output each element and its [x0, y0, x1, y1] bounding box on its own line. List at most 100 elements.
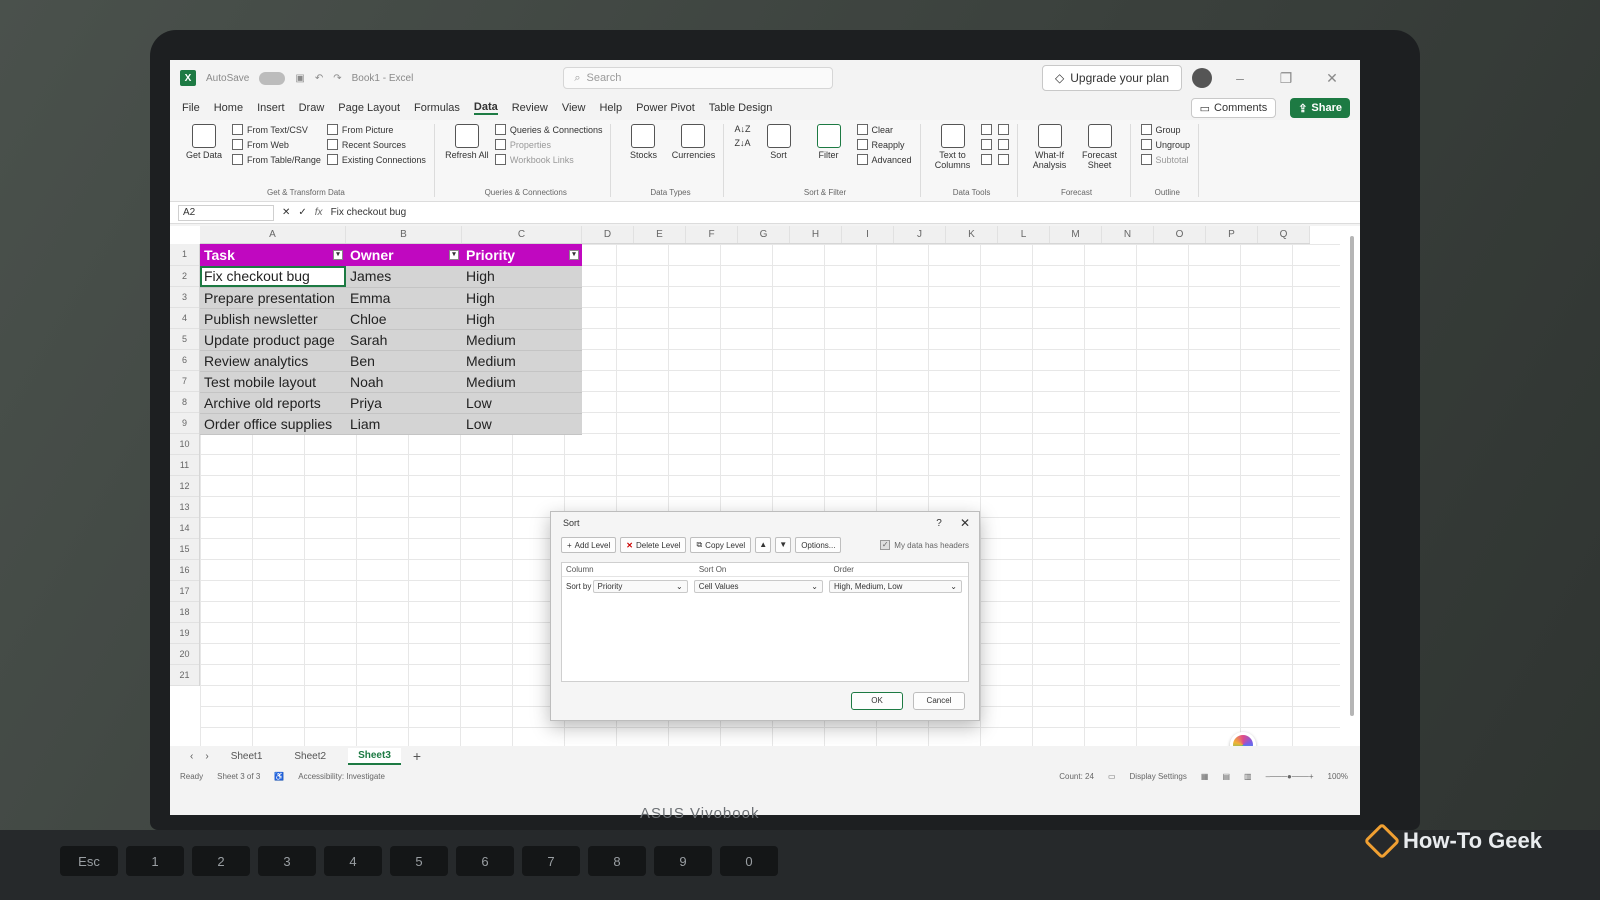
table-cell[interactable]: James	[346, 266, 462, 288]
tab-insert[interactable]: Insert	[257, 102, 285, 114]
order-select[interactable]: High, Medium, Low ⌄	[828, 579, 962, 593]
table-cell[interactable]: Archive old reports	[200, 392, 346, 414]
formula-input[interactable]: Fix checkout bug	[331, 207, 407, 218]
row-header[interactable]: 21	[170, 665, 199, 686]
column-header[interactable]: O	[1154, 226, 1206, 243]
column-header[interactable]: P	[1206, 226, 1258, 243]
table-cell[interactable]: Update product page	[200, 329, 346, 351]
normal-view-icon[interactable]: ▦	[1201, 772, 1209, 781]
table-cell[interactable]: Prepare presentation	[200, 287, 346, 309]
currencies-button[interactable]: Currencies	[671, 124, 715, 183]
search-input[interactable]: ⌕ Search	[563, 67, 834, 89]
column-header[interactable]: F	[686, 226, 738, 243]
display-settings-button[interactable]: Display Settings	[1130, 772, 1187, 781]
table-cell[interactable]: Emma	[346, 287, 462, 309]
subtotal-button[interactable]: Subtotal	[1140, 154, 1191, 165]
row-header[interactable]: 15	[170, 539, 199, 560]
table-header-cell[interactable]: Priority ▾	[462, 244, 582, 266]
table-cell[interactable]: High	[462, 287, 582, 309]
delete-level-button[interactable]: ✕ Delete Level	[620, 537, 687, 553]
properties-button[interactable]: Properties	[494, 139, 603, 150]
row-header[interactable]: 16	[170, 560, 199, 581]
reapply-button[interactable]: Reapply	[856, 139, 912, 150]
text-to-columns-button[interactable]: Text to Columns	[931, 124, 975, 183]
tab-page-layout[interactable]: Page Layout	[338, 102, 400, 114]
tab-formulas[interactable]: Formulas	[414, 102, 460, 114]
cancel-entry-icon[interactable]: ✕	[282, 207, 290, 218]
from-web-button[interactable]: From Web	[232, 139, 321, 150]
row-header[interactable]: 14	[170, 518, 199, 539]
queries-connections-button[interactable]: Queries & Connections	[494, 124, 602, 135]
upgrade-plan-button[interactable]: ◇ Upgrade your plan	[1042, 65, 1182, 91]
add-level-button[interactable]: + Add Level	[561, 537, 617, 553]
filter-button[interactable]: Filter	[807, 124, 851, 183]
sheet-tab-active[interactable]: Sheet3	[348, 747, 401, 765]
sort-on-select[interactable]: Cell Values ⌄	[693, 579, 823, 593]
remove-duplicates-button[interactable]	[980, 139, 992, 150]
sheet-tab[interactable]: Sheet2	[284, 749, 336, 764]
tab-table-design[interactable]: Table Design	[709, 102, 773, 114]
column-header[interactable]: D	[582, 226, 634, 243]
row-header[interactable]: 12	[170, 476, 199, 497]
table-cell[interactable]: Medium	[462, 371, 582, 393]
column-header[interactable]: B	[346, 226, 462, 243]
table-cell[interactable]: Sarah	[346, 329, 462, 351]
autosave-toggle[interactable]	[259, 71, 286, 85]
table-cell[interactable]: Publish newsletter	[200, 308, 346, 330]
move-down-icon[interactable]: ▼	[775, 537, 792, 553]
forecast-sheet-button[interactable]: Forecast Sheet	[1078, 124, 1122, 183]
close-icon[interactable]: ✕	[951, 516, 979, 530]
column-header[interactable]: E	[634, 226, 686, 243]
tab-draw[interactable]: Draw	[299, 102, 325, 114]
column-header[interactable]: G	[738, 226, 790, 243]
table-cell[interactable]: Fix checkout bug	[200, 266, 346, 288]
table-header-cell[interactable]: Task ▾	[200, 244, 346, 266]
existing-connections-button[interactable]: Existing Connections	[326, 154, 426, 165]
row-header[interactable]: 2	[170, 266, 199, 287]
sheet-tab[interactable]: Sheet1	[221, 749, 273, 764]
account-avatar[interactable]	[1192, 68, 1212, 88]
row-header[interactable]: 4	[170, 308, 199, 329]
row-header[interactable]: 13	[170, 497, 199, 518]
page-break-view-icon[interactable]: ▥	[1244, 772, 1252, 781]
row-header[interactable]: 17	[170, 581, 199, 602]
tab-power-pivot[interactable]: Power Pivot	[636, 102, 695, 114]
data-model-button[interactable]	[997, 154, 1009, 165]
confirm-entry-icon[interactable]: ✓	[298, 207, 306, 218]
what-if-button[interactable]: What-If Analysis	[1028, 124, 1072, 183]
column-header[interactable]: J	[894, 226, 946, 243]
stocks-button[interactable]: Stocks	[621, 124, 665, 183]
recent-sources-button[interactable]: Recent Sources	[326, 139, 426, 150]
column-header[interactable]: M	[1050, 226, 1102, 243]
help-icon[interactable]: ?	[927, 518, 951, 529]
row-header[interactable]: 5	[170, 329, 199, 350]
row-header[interactable]: 10	[170, 434, 199, 455]
sort-ascending-button[interactable]: A↓Z	[734, 124, 750, 134]
table-cell[interactable]: High	[462, 308, 582, 330]
filter-dropdown-icon[interactable]: ▾	[449, 250, 459, 260]
page-layout-view-icon[interactable]: ▤	[1222, 772, 1230, 781]
table-cell[interactable]: Medium	[462, 329, 582, 351]
row-header[interactable]: 19	[170, 623, 199, 644]
vertical-scrollbar[interactable]	[1350, 236, 1354, 716]
table-cell[interactable]: Noah	[346, 371, 462, 393]
sort-by-select[interactable]: Priority ⌄	[592, 579, 688, 593]
table-cell[interactable]: Test mobile layout	[200, 371, 346, 393]
accessibility-status[interactable]: Accessibility: Investigate	[298, 772, 385, 781]
column-header[interactable]: Q	[1258, 226, 1310, 243]
consolidate-button[interactable]	[997, 124, 1009, 135]
share-button[interactable]: ⇪ Share	[1290, 98, 1350, 118]
save-icon[interactable]: ▣	[295, 73, 304, 84]
data-validation-button[interactable]	[980, 154, 992, 165]
tab-home[interactable]: Home	[214, 102, 243, 114]
column-header[interactable]: N	[1102, 226, 1154, 243]
group-button[interactable]: Group	[1140, 124, 1191, 135]
refresh-all-button[interactable]: Refresh All	[445, 124, 489, 183]
table-cell[interactable]: Priya	[346, 392, 462, 414]
ok-button[interactable]: OK	[851, 692, 903, 710]
row-header[interactable]: 1	[170, 244, 199, 266]
table-header-cell[interactable]: Owner ▾	[346, 244, 462, 266]
next-sheet-icon[interactable]: ›	[205, 751, 208, 762]
column-header[interactable]: I	[842, 226, 894, 243]
column-header[interactable]: H	[790, 226, 842, 243]
